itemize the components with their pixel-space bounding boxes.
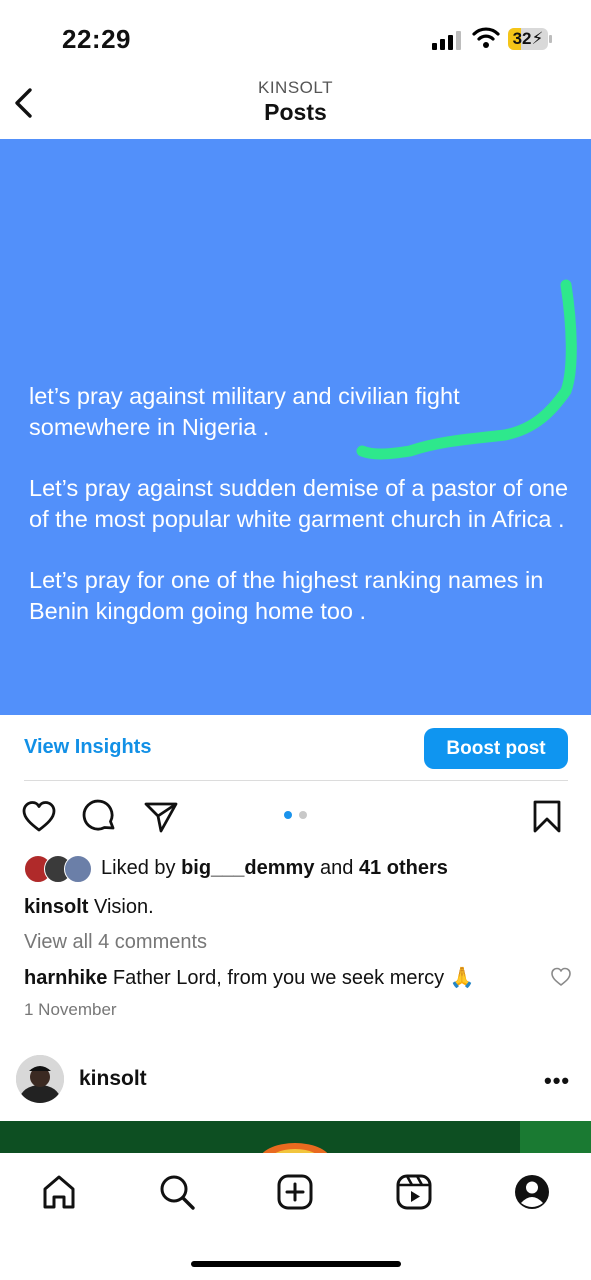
- home-icon[interactable]: [40, 1173, 78, 1211]
- highlight-scribble: [356, 279, 577, 460]
- wifi-icon: [472, 27, 500, 48]
- caption-text: Vision.: [88, 896, 154, 918]
- likes-count[interactable]: 41 others: [359, 857, 448, 879]
- comment-text: Father Lord, from you we seek mercy 🙏: [107, 967, 475, 989]
- avatar[interactable]: [16, 1055, 64, 1103]
- header-username: KINSOLT: [258, 78, 333, 97]
- view-all-comments-link[interactable]: View all 4 comments: [24, 931, 207, 954]
- status-time: 22:29: [62, 24, 131, 54]
- likes-middle: and: [314, 857, 359, 879]
- view-insights-link[interactable]: View Insights: [24, 736, 151, 759]
- caption-username[interactable]: kinsolt: [24, 896, 88, 918]
- likes-user[interactable]: big___demmy: [181, 857, 314, 879]
- likes-summary[interactable]: Liked by big___demmy and 41 others: [101, 857, 448, 880]
- comment-icon[interactable]: [82, 799, 118, 835]
- comment-like-heart-icon[interactable]: [550, 966, 572, 988]
- page-title: Posts: [264, 99, 327, 125]
- create-icon[interactable]: [276, 1173, 314, 1211]
- likes-prefix: Liked by: [101, 857, 182, 879]
- liker-avatars[interactable]: [24, 855, 94, 883]
- post-image[interactable]: let’s pray against military and civilian…: [0, 139, 591, 715]
- carousel-dot-active: [284, 811, 292, 819]
- share-icon[interactable]: [143, 799, 179, 835]
- post-date: 1 November: [24, 1000, 117, 1019]
- battery-level: 32: [512, 29, 532, 48]
- avatar: [64, 855, 92, 883]
- comment-username[interactable]: harnhike: [24, 967, 107, 989]
- profile-icon[interactable]: [513, 1173, 551, 1211]
- boost-post-button[interactable]: Boost post: [424, 728, 568, 769]
- battery-charging-icon: 32⚡: [508, 28, 548, 50]
- search-icon[interactable]: [158, 1173, 196, 1211]
- home-indicator: [191, 1261, 401, 1267]
- bookmark-icon[interactable]: [529, 799, 565, 835]
- next-post-username[interactable]: kinsolt: [79, 1067, 147, 1091]
- bottom-nav: [0, 1153, 591, 1280]
- heart-icon[interactable]: [21, 799, 57, 835]
- reels-icon[interactable]: [395, 1173, 433, 1211]
- top-comment: harnhike Father Lord, from you we seek m…: [24, 965, 475, 990]
- more-options-icon[interactable]: •••: [544, 1068, 570, 1094]
- cellular-signal-icon: [432, 30, 462, 50]
- carousel-dot: [299, 811, 307, 819]
- caption: kinsolt Vision.: [24, 896, 154, 919]
- battery-tip: [549, 35, 552, 43]
- divider: [24, 780, 568, 781]
